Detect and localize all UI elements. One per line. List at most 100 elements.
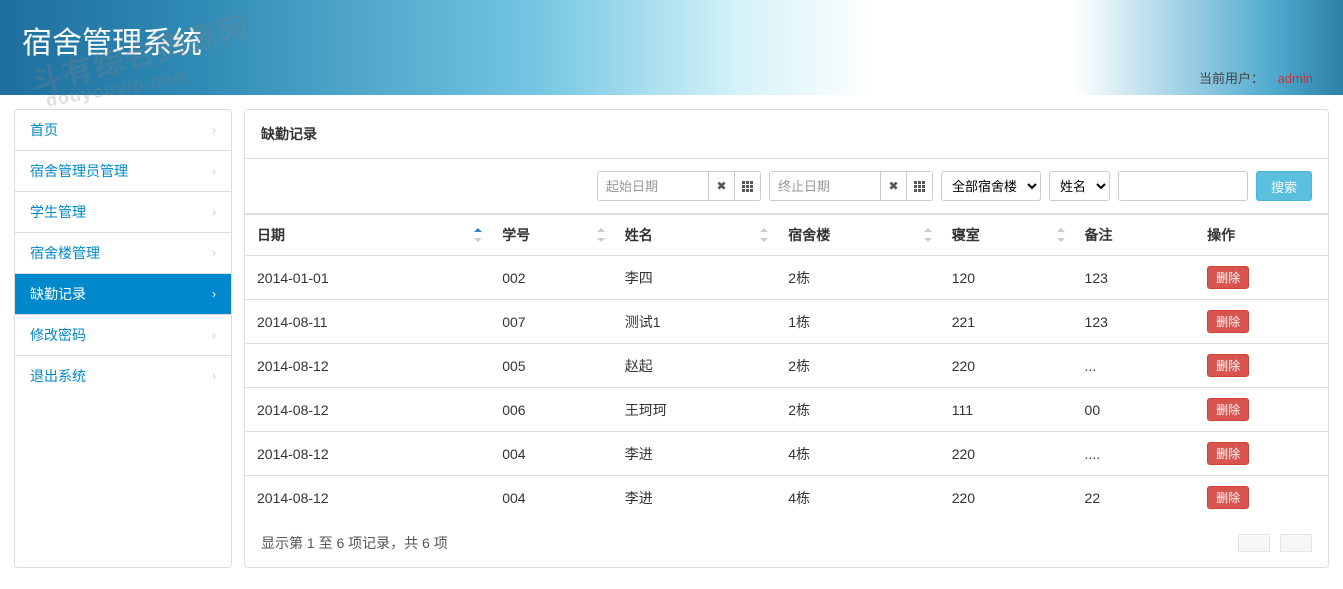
cell-action: 删除 — [1195, 476, 1328, 520]
chevron-right-icon: › — [212, 246, 216, 260]
cell-date: 2014-08-12 — [245, 344, 490, 388]
building-select[interactable]: 全部宿舍楼 — [941, 171, 1041, 201]
cell-action: 删除 — [1195, 300, 1328, 344]
chevron-right-icon: › — [212, 164, 216, 178]
cell-sid: 004 — [490, 476, 613, 520]
cell-note: 22 — [1073, 476, 1196, 520]
cell-sid: 004 — [490, 432, 613, 476]
col-name[interactable]: 姓名 — [613, 215, 776, 256]
delete-button[interactable]: 删除 — [1207, 442, 1249, 465]
table-row: 2014-01-01002李四2栋120123删除 — [245, 256, 1328, 300]
cell-action: 删除 — [1195, 432, 1328, 476]
col-sid[interactable]: 学号 — [490, 215, 613, 256]
col-room[interactable]: 寝室 — [940, 215, 1073, 256]
cell-room: 120 — [940, 256, 1073, 300]
calendar-icon — [914, 181, 925, 192]
sidebar-item-1[interactable]: 宿舍管理员管理 › — [15, 151, 231, 192]
cell-room: 111 — [940, 388, 1073, 432]
col-building[interactable]: 宿舍楼 — [776, 215, 939, 256]
sidebar-item-label: 缺勤记录 — [30, 284, 86, 304]
cell-note: ... — [1073, 344, 1196, 388]
record-info: 显示第 1 至 6 项记录，共 6 项 — [261, 533, 448, 553]
cell-name: 李四 — [613, 256, 776, 300]
clear-start-date-button[interactable]: ✖ — [708, 172, 734, 200]
page-header: 宿舍管理系统 当前用户： admin — [0, 0, 1343, 95]
delete-button[interactable]: 删除 — [1207, 486, 1249, 509]
delete-button[interactable]: 删除 — [1207, 398, 1249, 421]
end-date-group: ✖ — [769, 171, 933, 201]
calendar-icon — [742, 181, 753, 192]
chevron-right-icon: › — [212, 205, 216, 219]
col-date[interactable]: 日期 — [245, 215, 490, 256]
cell-sid: 005 — [490, 344, 613, 388]
pager — [1238, 534, 1312, 552]
close-icon: ✖ — [716, 179, 726, 193]
cell-sid: 007 — [490, 300, 613, 344]
cell-name: 赵起 — [613, 344, 776, 388]
sidebar-item-label: 宿舍管理员管理 — [30, 161, 128, 181]
sidebar-item-label: 宿舍楼管理 — [30, 243, 100, 263]
chevron-right-icon: › — [212, 287, 216, 301]
pick-start-date-button[interactable] — [734, 172, 760, 200]
cell-room: 221 — [940, 300, 1073, 344]
delete-button[interactable]: 删除 — [1207, 354, 1249, 377]
cell-name: 李进 — [613, 432, 776, 476]
table-row: 2014-08-12005赵起2栋220... 删除 — [245, 344, 1328, 388]
table-footer: 显示第 1 至 6 项记录，共 6 项 — [245, 519, 1328, 567]
sidebar-item-label: 退出系统 — [30, 366, 86, 386]
pager-next-button[interactable] — [1280, 534, 1312, 552]
chevron-right-icon: › — [212, 369, 216, 383]
cell-building: 2栋 — [776, 256, 939, 300]
current-user: 当前用户： admin — [1199, 68, 1313, 87]
cell-sid: 002 — [490, 256, 613, 300]
sidebar: 首页› 宿舍管理员管理 › 学生管理 › 宿舍楼管理 › 缺勤记录 › 修改密码› 退出系统 › — [14, 109, 232, 568]
panel-title: 缺勤记录 — [245, 110, 1328, 159]
current-username: admin — [1278, 71, 1313, 86]
cell-action: 删除 — [1195, 388, 1328, 432]
cell-building: 2栋 — [776, 388, 939, 432]
pager-prev-button[interactable] — [1238, 534, 1270, 552]
sidebar-item-4[interactable]: 缺勤记录 › — [15, 274, 231, 315]
table-row: 2014-08-11007测试11栋221123 删除 — [245, 300, 1328, 344]
cell-room: 220 — [940, 344, 1073, 388]
sidebar-item-label: 首页 — [30, 120, 58, 140]
sidebar-item-label: 学生管理 — [30, 202, 86, 222]
cell-building: 1栋 — [776, 300, 939, 344]
sidebar-item-6[interactable]: 退出系统 › — [15, 356, 231, 396]
cell-note: .... — [1073, 432, 1196, 476]
search-button[interactable]: 搜索 — [1256, 171, 1312, 201]
end-date-input[interactable] — [770, 172, 880, 200]
cell-name: 测试1 — [613, 300, 776, 344]
cell-room: 220 — [940, 476, 1073, 520]
name-select[interactable]: 姓名 — [1049, 171, 1110, 201]
cell-action: 删除 — [1195, 344, 1328, 388]
sidebar-item-2[interactable]: 学生管理 › — [15, 192, 231, 233]
sidebar-item-5[interactable]: 修改密码› — [15, 315, 231, 356]
delete-button[interactable]: 删除 — [1207, 310, 1249, 333]
col-note: 备注 — [1073, 215, 1196, 256]
table-row: 2014-08-12004李进4栋22022删除 — [245, 476, 1328, 520]
cell-date: 2014-01-01 — [245, 256, 490, 300]
cell-building: 4栋 — [776, 432, 939, 476]
cell-action: 删除 — [1195, 256, 1328, 300]
current-user-label: 当前用户： — [1199, 71, 1264, 86]
app-title: 宿舍管理系统 — [22, 18, 1343, 62]
cell-note: 123 — [1073, 300, 1196, 344]
search-input[interactable] — [1118, 171, 1248, 201]
cell-name: 王珂珂 — [613, 388, 776, 432]
cell-room: 220 — [940, 432, 1073, 476]
cell-building: 2栋 — [776, 344, 939, 388]
filter-bar: ✖ ✖ 全部宿舍楼 姓名 搜索 — [245, 159, 1328, 214]
clear-end-date-button[interactable]: ✖ — [880, 172, 906, 200]
sidebar-item-0[interactable]: 首页› — [15, 110, 231, 151]
pick-end-date-button[interactable] — [906, 172, 932, 200]
cell-date: 2014-08-11 — [245, 300, 490, 344]
cell-date: 2014-08-12 — [245, 388, 490, 432]
start-date-input[interactable] — [598, 172, 708, 200]
cell-date: 2014-08-12 — [245, 432, 490, 476]
delete-button[interactable]: 删除 — [1207, 266, 1249, 289]
cell-date: 2014-08-12 — [245, 476, 490, 520]
cell-name: 李进 — [613, 476, 776, 520]
cell-note: 00 — [1073, 388, 1196, 432]
sidebar-item-3[interactable]: 宿舍楼管理 › — [15, 233, 231, 274]
